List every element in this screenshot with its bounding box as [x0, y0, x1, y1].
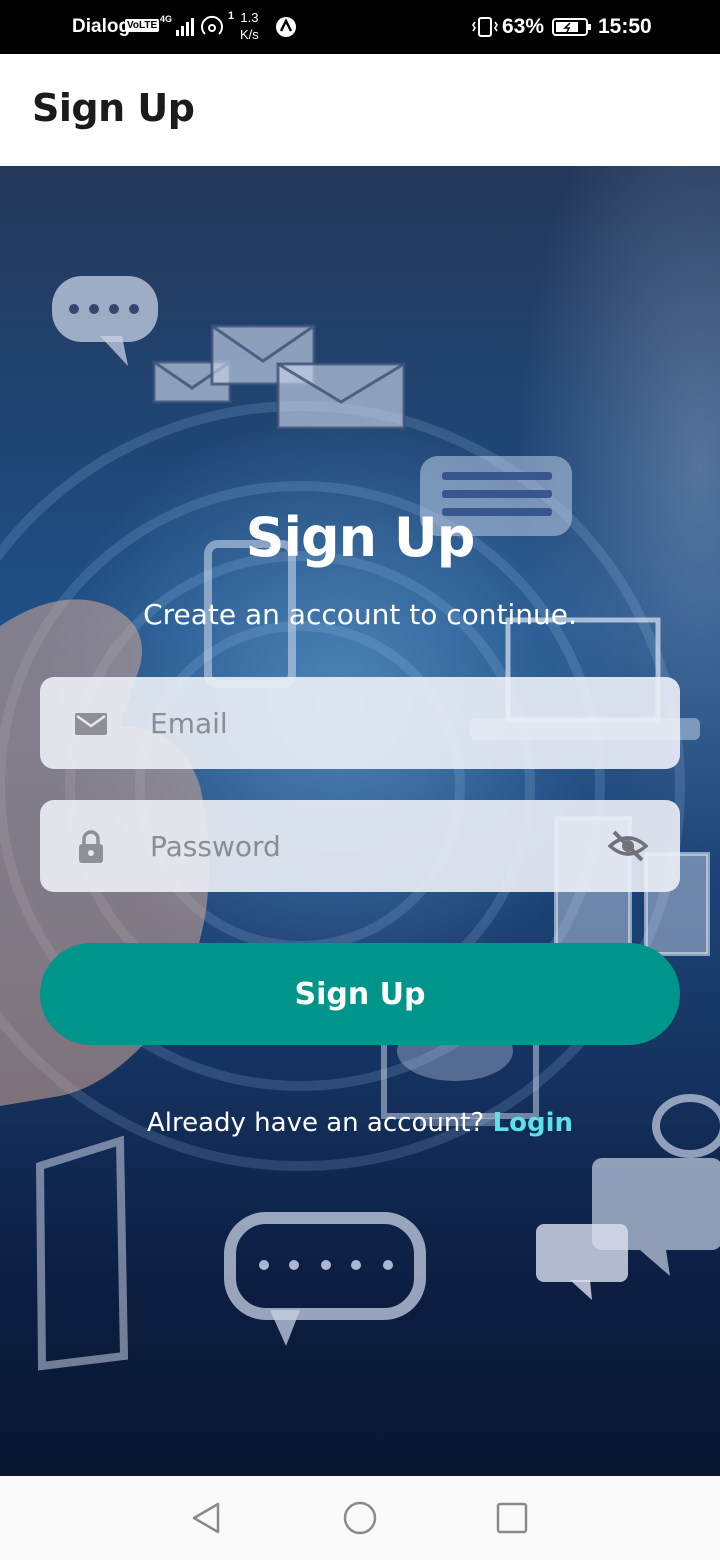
- login-link[interactable]: Login: [493, 1108, 573, 1138]
- navigation-app-icon: [276, 17, 296, 37]
- email-field[interactable]: [40, 677, 680, 769]
- chat-bubble-top-left-icon: [52, 276, 158, 366]
- lock-icon: [79, 830, 103, 863]
- login-prompt-row: Already have an account? Login: [0, 1108, 720, 1138]
- system-nav-bar: [0, 1476, 720, 1560]
- volte-badge: VoLTE: [125, 19, 160, 32]
- notification-count: 1: [228, 10, 235, 22]
- app-bar: Sign Up: [0, 54, 720, 166]
- home-circle-icon[interactable]: [342, 1500, 378, 1536]
- carrier-label: Dialog: [72, 16, 131, 37]
- tablet-shape: [35, 1135, 129, 1371]
- form-subtitle: Create an account to continue.: [143, 598, 577, 631]
- back-triangle-icon[interactable]: [188, 1500, 224, 1536]
- eye-off-icon[interactable]: [608, 828, 648, 864]
- password-field[interactable]: [40, 800, 680, 892]
- envelope-icons: [152, 324, 406, 430]
- email-input[interactable]: [150, 677, 590, 769]
- hotspot-icon: [201, 15, 223, 35]
- form-title: Sign Up: [245, 506, 476, 569]
- login-prompt-text: Already have an account?: [146, 1108, 485, 1138]
- password-input[interactable]: [150, 800, 590, 892]
- battery-icon: [552, 18, 591, 36]
- speed-unit: K/s: [240, 27, 259, 42]
- network-speed: 1.3 K/s: [240, 9, 259, 43]
- recent-square-icon[interactable]: [494, 1500, 530, 1536]
- signup-hero: Sign Up Create an account to continue. S…: [0, 166, 720, 1476]
- speed-value: 1.3: [240, 10, 259, 25]
- battery-percent: 63%: [502, 15, 545, 38]
- app-bar-title: Sign Up: [32, 86, 195, 130]
- mail-icon: [75, 713, 107, 735]
- signal-icon: [176, 18, 194, 36]
- vibrate-icon: [472, 17, 498, 37]
- sign-up-button[interactable]: Sign Up: [40, 943, 680, 1045]
- clock: 15:50: [598, 15, 652, 38]
- status-bar: Dialog VoLTE 4G 1 1.3 K/s 63% 15:50: [0, 0, 720, 54]
- chat-bubble-bottom-icon: [224, 1212, 426, 1346]
